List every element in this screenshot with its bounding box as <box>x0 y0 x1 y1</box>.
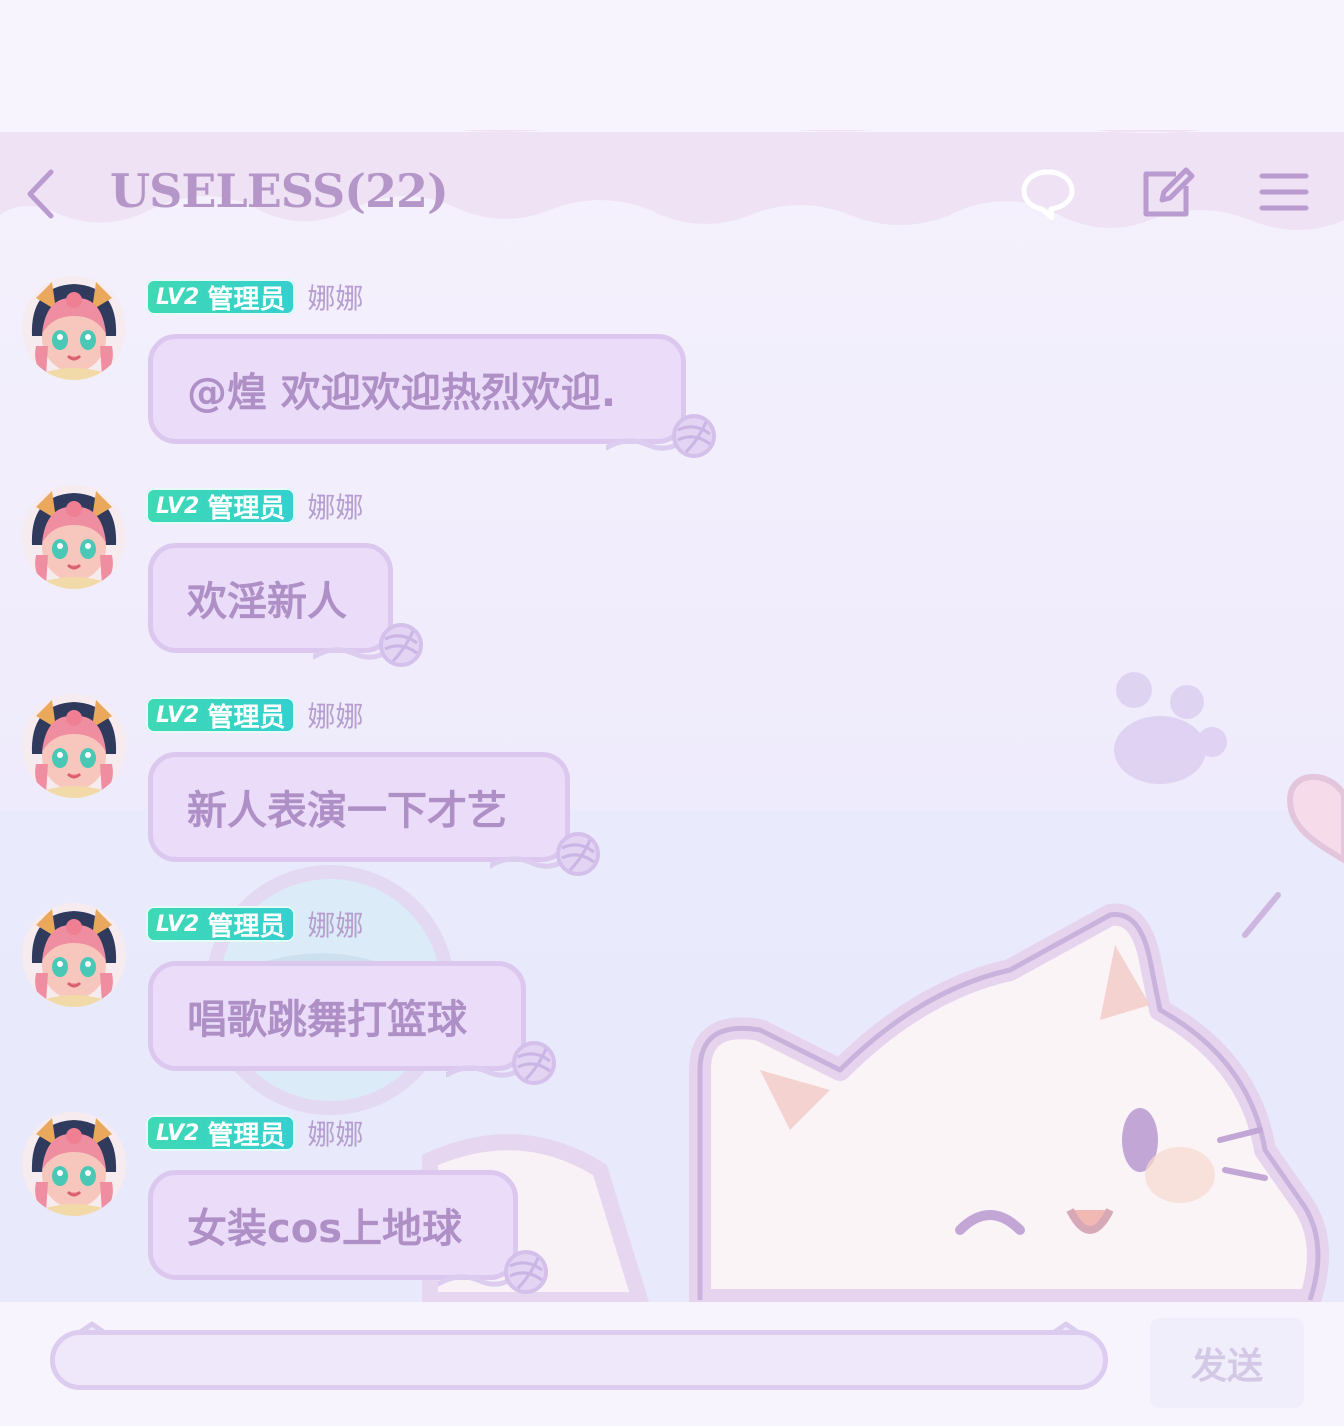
composer-bar: 发送 <box>0 1302 1344 1426</box>
sender-meta: LV2 管理员 娜娜 <box>146 696 363 734</box>
level-label: LV2 <box>156 702 200 728</box>
message-row: LV2 管理员 娜娜 女装cos上地球 <box>0 1112 1344 1302</box>
avatar-image <box>22 903 126 1007</box>
message-row: LV2 管理员 娜娜 @煌 欢迎欢迎热烈欢迎. <box>0 276 1344 466</box>
role-label: 管理员 <box>207 702 286 733</box>
send-button[interactable]: 发送 <box>1150 1318 1304 1408</box>
edit-icon[interactable] <box>1136 162 1196 222</box>
yarn-ball-icon <box>313 623 423 667</box>
yarn-ball-icon <box>606 414 716 458</box>
yarn-ball-icon <box>446 1041 556 1085</box>
message-text: 新人表演一下才艺 <box>187 788 507 834</box>
avatar-image <box>22 1112 126 1216</box>
message-row: LV2 管理员 娜娜 唱歌跳舞打篮球 <box>0 903 1344 1093</box>
level-badge: LV2 管理员 <box>146 279 296 315</box>
message-text: 女装cos上地球 <box>187 1206 462 1252</box>
sender-name[interactable]: 娜娜 <box>307 695 363 735</box>
sender-meta: LV2 管理员 娜娜 <box>146 905 363 943</box>
avatar-image <box>22 276 126 380</box>
yarn-ball-icon <box>490 832 600 876</box>
sender-meta: LV2 管理员 娜娜 <box>146 487 363 525</box>
level-badge: LV2 管理员 <box>146 906 296 942</box>
message-text: @煌 欢迎欢迎热烈欢迎. <box>187 370 617 416</box>
avatar[interactable] <box>22 276 126 380</box>
sender-name[interactable]: 娜娜 <box>307 904 363 944</box>
avatar[interactable] <box>22 1112 126 1216</box>
level-label: LV2 <box>156 284 200 310</box>
role-label: 管理员 <box>207 493 286 524</box>
message-row: LV2 管理员 娜娜 新人表演一下才艺 <box>0 694 1344 884</box>
avatar[interactable] <box>22 694 126 798</box>
level-badge: LV2 管理员 <box>146 697 296 733</box>
avatar[interactable] <box>22 903 126 1007</box>
yarn-ball-icon <box>438 1250 548 1294</box>
sender-name[interactable]: 娜娜 <box>307 1113 363 1153</box>
role-label: 管理员 <box>207 911 286 942</box>
sender-meta: LV2 管理员 娜娜 <box>146 1114 363 1152</box>
avatar-image <box>22 485 126 589</box>
message-text: 唱歌跳舞打篮球 <box>187 997 467 1043</box>
speech-bubble-icon[interactable] <box>1018 162 1078 222</box>
page-title: USELESS(22) <box>110 164 449 218</box>
level-label: LV2 <box>156 493 200 519</box>
role-label: 管理员 <box>207 1120 286 1151</box>
role-label: 管理员 <box>207 284 286 315</box>
chat-header: USELESS(22) <box>0 150 1344 240</box>
chevron-left-icon[interactable] <box>18 164 68 224</box>
avatar[interactable] <box>22 485 126 589</box>
input-frame <box>46 1320 1112 1400</box>
level-badge: LV2 管理员 <box>146 1115 296 1151</box>
sender-name[interactable]: 娜娜 <box>307 486 363 526</box>
message-input[interactable] <box>50 1330 1108 1390</box>
level-label: LV2 <box>156 1120 200 1146</box>
sender-name[interactable]: 娜娜 <box>307 277 363 317</box>
level-badge: LV2 管理员 <box>146 488 296 524</box>
sender-meta: LV2 管理员 娜娜 <box>146 278 363 316</box>
avatar-image <box>22 694 126 798</box>
message-row: LV2 管理员 娜娜 欢淫新人 <box>0 485 1344 675</box>
menu-icon[interactable] <box>1254 162 1314 222</box>
level-label: LV2 <box>156 911 200 937</box>
chat-screen: USELESS(22) LV2 管理员 娜娜 @煌 欢迎欢迎热烈欢迎. LV2 … <box>0 0 1344 1426</box>
